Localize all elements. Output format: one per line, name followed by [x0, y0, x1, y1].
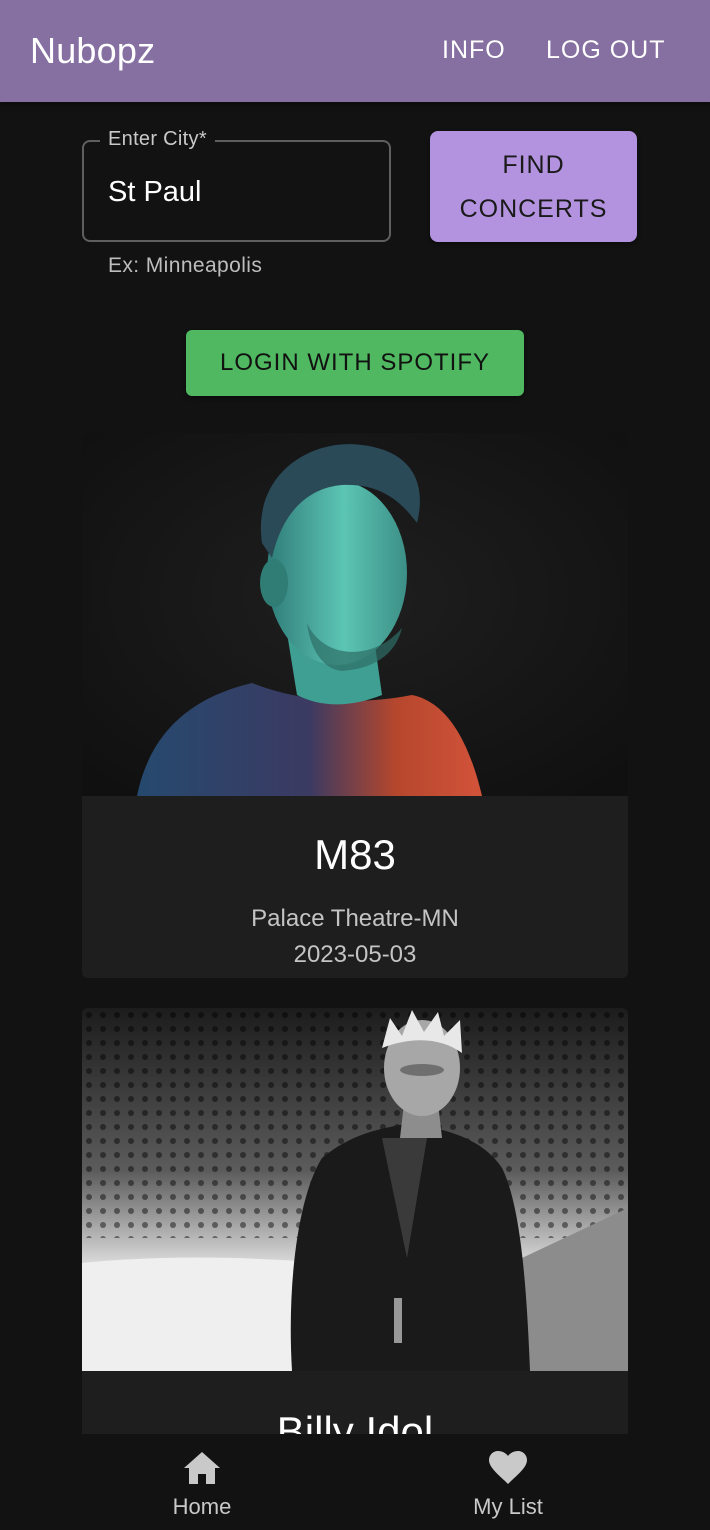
nav-home[interactable]: Home	[122, 1434, 282, 1530]
find-concerts-button[interactable]: FIND CONCERTS	[430, 131, 637, 242]
required-mark: *	[198, 128, 207, 150]
city-input-value[interactable]: St Paul	[108, 176, 202, 209]
city-label-text: Enter City	[108, 128, 199, 150]
nav-my-list[interactable]: My List	[428, 1434, 588, 1530]
app-bar: Nubopz INFO LOG OUT	[0, 0, 710, 102]
artist-photo	[82, 1008, 628, 1371]
nav-my-list-label: My List	[473, 1494, 543, 1519]
bottom-navigation: Home My List	[0, 1434, 710, 1530]
concert-card[interactable]: M83 Palace Theatre-MN 2023-05-03	[82, 433, 628, 978]
nav-home-label: Home	[172, 1494, 232, 1519]
city-input[interactable]: Enter City* St Paul	[82, 128, 391, 242]
app-title: Nubopz	[30, 30, 156, 71]
login-spotify-button[interactable]: LOGIN WITH SPOTIFY	[186, 330, 524, 396]
find-button-line1: FIND	[502, 151, 565, 179]
heart-icon	[489, 1451, 527, 1484]
logout-button[interactable]: LOG OUT	[546, 36, 666, 65]
concert-card[interactable]: Billy Idol	[82, 1008, 628, 1448]
city-input-label: Enter City*	[100, 128, 215, 151]
artist-photo	[82, 433, 628, 796]
find-button-line2: CONCERTS	[459, 195, 608, 223]
home-icon	[184, 1452, 220, 1484]
venue-name: Palace Theatre-MN	[251, 905, 459, 932]
city-helper-text: Ex: Minneapolis	[108, 254, 263, 277]
concert-date: 2023-05-03	[293, 941, 417, 968]
info-button[interactable]: INFO	[442, 36, 506, 65]
artist-name: M83	[314, 831, 396, 878]
